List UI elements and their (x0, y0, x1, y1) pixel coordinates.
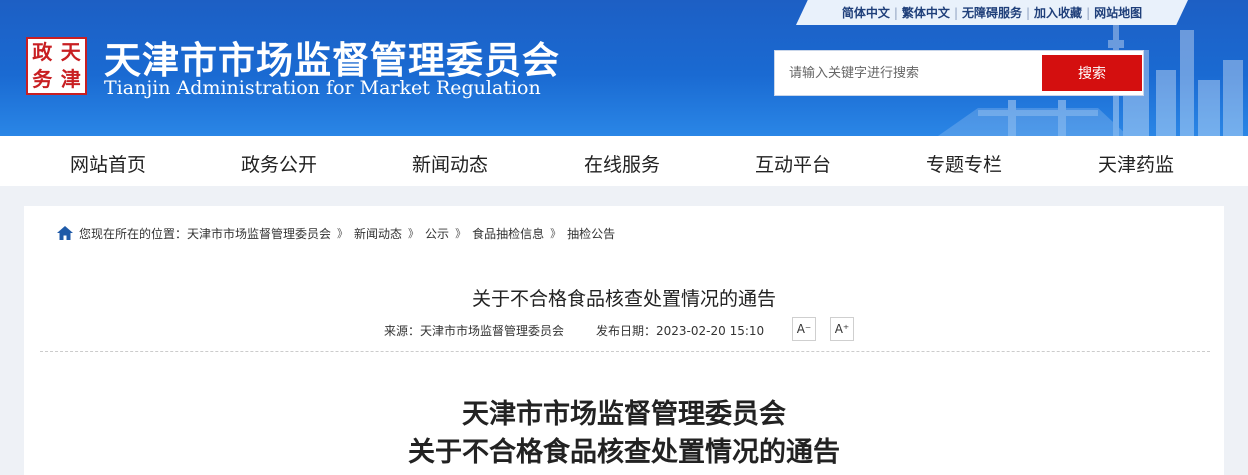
nav-item-special-topics[interactable]: 专题专栏 (926, 150, 1002, 177)
site-title-chinese[interactable]: 天津市市场监督管理委员会 (104, 30, 560, 84)
site-header: 简体中文 | 繁体中文 | 无障碍服务 | 加入收藏 | 网站地图 政 天 务 … (0, 0, 1248, 136)
article-title: 关于不合格食品核查处置情况的通告 (471, 288, 776, 310)
site-logo-seal[interactable]: 政 天 务 津 (26, 37, 87, 95)
search-input[interactable] (775, 51, 1041, 95)
search-button[interactable]: 搜索 (1042, 55, 1142, 91)
breadcrumb-link-home[interactable]: 天津市市场监督管理委员会 (187, 225, 331, 242)
breadcrumb-separator: 》 (455, 227, 467, 240)
breadcrumb-prefix: 您现在所在的位置： (79, 226, 188, 241)
home-icon[interactable] (56, 225, 74, 241)
nav-item-interaction[interactable]: 互动平台 (755, 150, 831, 177)
search-box: 搜索 (774, 50, 1144, 96)
link-simplified-chinese[interactable]: 简体中文 (842, 4, 890, 21)
logo-char: 务 (32, 67, 53, 91)
nav-item-online-services[interactable]: 在线服务 (584, 150, 660, 177)
separator: | (893, 5, 898, 20)
logo-char: 天 (60, 40, 81, 64)
nav-item-news[interactable]: 新闻动态 (412, 150, 488, 177)
separator: | (1086, 5, 1091, 20)
breadcrumb-separator: 》 (408, 227, 420, 240)
nav-item-home[interactable]: 网站首页 (70, 150, 146, 177)
link-site-map[interactable]: 网站地图 (1094, 4, 1142, 21)
link-accessibility[interactable]: 无障碍服务 (962, 4, 1022, 21)
separator: | (1026, 5, 1031, 20)
article-panel: 您现在所在的位置： 天津市市场监督管理委员会 》 新闻动态 》 公示 》 食品抽… (24, 206, 1224, 475)
breadcrumb-separator: 》 (550, 227, 562, 240)
font-size-decrease-button[interactable]: A⁻ (792, 317, 816, 341)
breadcrumb-separator: 》 (337, 227, 349, 240)
breadcrumb-link-food-inspection[interactable]: 食品抽检信息 (472, 225, 544, 242)
main-nav: 网站首页 政务公开 新闻动态 在线服务 互动平台 专题专栏 天津药监 (0, 136, 1248, 186)
logo-char: 津 (60, 67, 81, 91)
separator: | (953, 5, 958, 20)
font-size-increase-button[interactable]: A⁺ (830, 317, 854, 341)
nav-item-gov-affairs[interactable]: 政务公开 (241, 150, 317, 177)
breadcrumb-link-news[interactable]: 新闻动态 (354, 225, 402, 242)
breadcrumb: 您现在所在的位置： 天津市市场监督管理委员会 》 新闻动态 》 公示 》 食品抽… (56, 224, 615, 242)
divider (40, 351, 1210, 352)
document-heading-line-2: 关于不合格食品核查处置情况的通告 (408, 437, 840, 468)
link-add-favorite[interactable]: 加入收藏 (1034, 4, 1082, 21)
site-title-english: Tianjin Administration for Market Regula… (104, 77, 541, 99)
document-heading-line-1: 天津市市场监督管理委员会 (462, 399, 786, 430)
article-date: 发布日期：2023-02-20 15:10 (596, 323, 765, 338)
article-source: 来源：天津市市场监督管理委员会 (384, 323, 565, 338)
link-traditional-chinese[interactable]: 繁体中文 (902, 4, 950, 21)
breadcrumb-link-inspection-notice[interactable]: 抽检公告 (567, 225, 615, 242)
logo-char: 政 (32, 40, 53, 64)
article-meta: 来源：天津市市场监督管理委员会 发布日期：2023-02-20 15:10 (384, 318, 764, 342)
nav-item-tianjin-drug[interactable]: 天津药监 (1098, 150, 1174, 177)
top-utility-links: 简体中文 | 繁体中文 | 无障碍服务 | 加入收藏 | 网站地图 (796, 0, 1188, 25)
breadcrumb-link-notice[interactable]: 公示 (425, 225, 449, 242)
